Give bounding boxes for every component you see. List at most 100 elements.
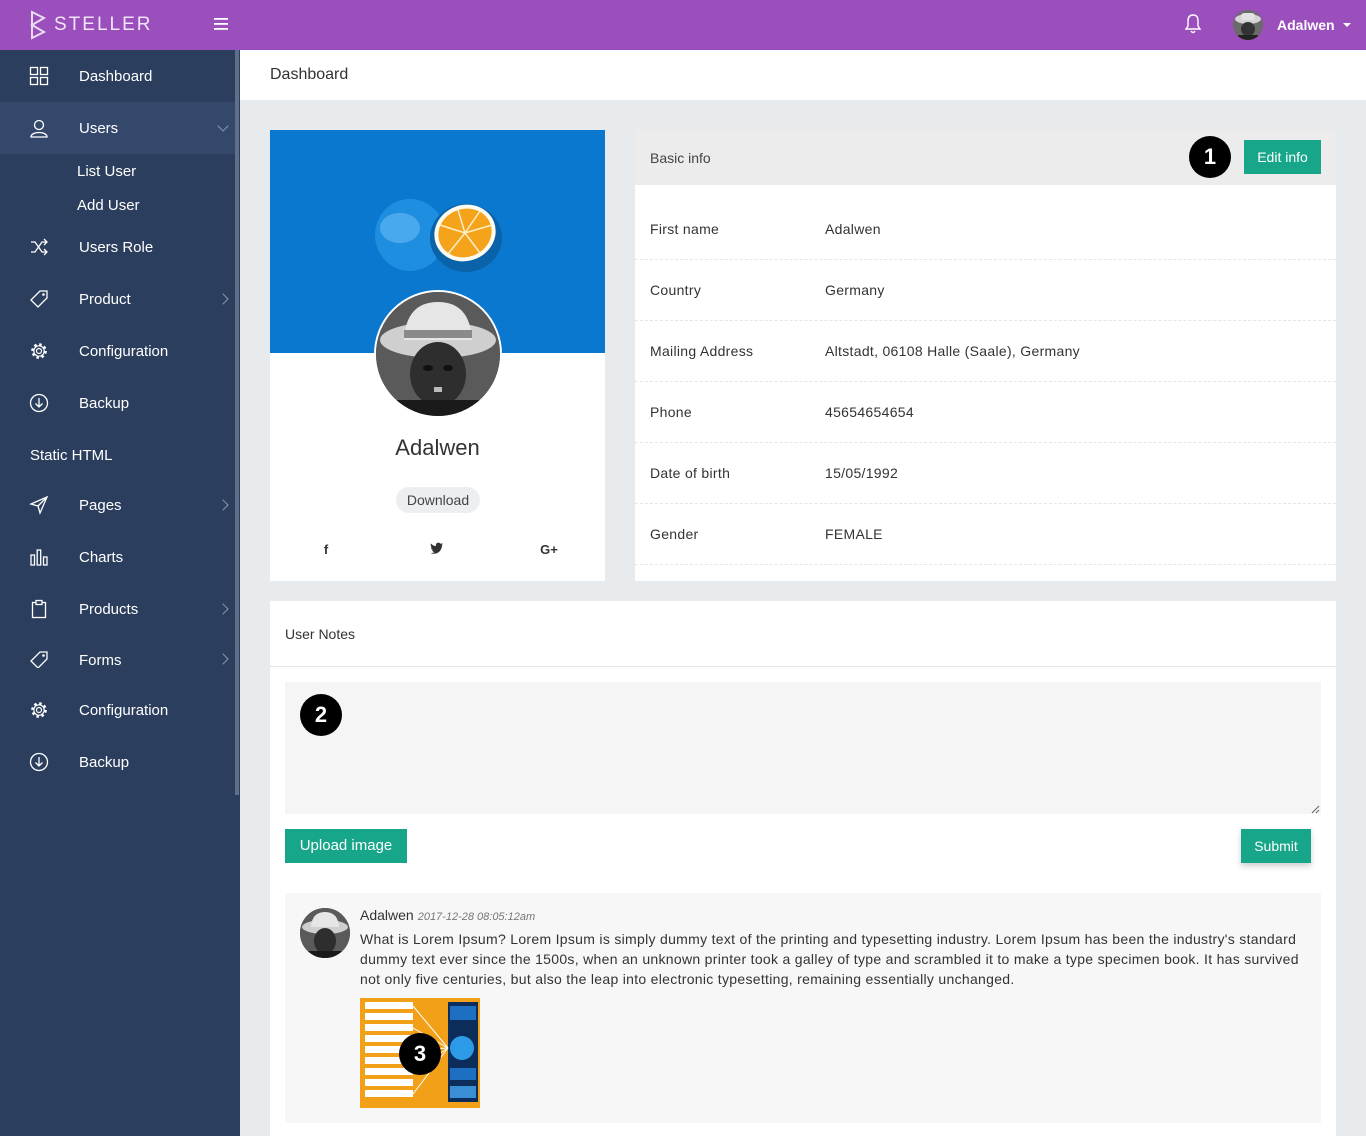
bell-icon[interactable] — [1183, 13, 1203, 35]
sidebar-subitem-list-user[interactable]: List User — [77, 163, 136, 180]
sidebar-item-configuration[interactable]: Configuration — [0, 325, 235, 377]
submit-button[interactable]: Submit — [1241, 829, 1311, 863]
comment-attachment-image[interactable]: 3 — [360, 998, 480, 1108]
basic-info-card: Basic info 1 Edit info First name Adalwe… — [635, 130, 1336, 581]
sidebar-item-label: Configuration — [79, 701, 169, 719]
info-label: Gender — [650, 526, 699, 542]
sidebar-item-label: Charts — [79, 548, 124, 566]
sidebar-item-label: Products — [79, 600, 139, 618]
top-username[interactable]: Adalwen — [1277, 17, 1335, 33]
top-avatar[interactable] — [1233, 10, 1263, 40]
sidebar-item-pages[interactable]: Pages — [0, 479, 235, 531]
info-label: Phone — [650, 404, 692, 420]
upload-image-button[interactable]: Upload image — [285, 829, 407, 863]
info-row-gender: Gender FEMALE — [635, 504, 1336, 565]
divider — [270, 666, 1336, 667]
annotation-badge-2: 2 — [300, 694, 342, 736]
sidebar-item-forms[interactable]: Forms — [0, 632, 235, 668]
sidebar-item-label: Forms — [79, 652, 122, 668]
info-row-mailing-address: Mailing Address Altstadt, 06108 Halle (S… — [635, 321, 1336, 382]
info-value: 15/05/1992 — [825, 465, 899, 481]
chevron-down-icon[interactable] — [1343, 23, 1351, 27]
logo-icon — [30, 10, 46, 40]
comment-text: What is Lorem Ipsum? Lorem Ipsum is simp… — [360, 931, 1299, 987]
user-icon — [30, 119, 48, 138]
info-value: Adalwen — [825, 221, 881, 237]
tag-icon — [30, 290, 48, 308]
gear-icon — [31, 702, 47, 718]
sidebar-item-label: Backup — [79, 394, 130, 412]
basic-info-title: Basic info — [650, 150, 711, 166]
send-icon — [29, 495, 49, 515]
sidebar-item-charts[interactable]: Charts — [0, 531, 235, 583]
resize-grip-icon[interactable] — [1310, 804, 1320, 814]
twitter-icon[interactable] — [427, 542, 447, 558]
breadcrumb: Dashboard — [240, 50, 1366, 100]
download-button[interactable]: Download — [396, 487, 480, 513]
sidebar-item-users[interactable]: Users — [0, 102, 235, 154]
bar-chart-icon — [30, 549, 48, 566]
info-row-country: Country Germany — [635, 260, 1336, 321]
menu-icon[interactable] — [212, 15, 232, 35]
user-notes-card: User Notes 2 Upload image Submit Adalwen… — [270, 601, 1336, 1136]
basic-info-header: Basic info 1 Edit info — [635, 130, 1336, 185]
sidebar-subitem-add-user[interactable]: Add User — [77, 197, 140, 214]
sidebar-item-backup-2[interactable]: Backup — [0, 736, 235, 788]
info-value: Germany — [825, 282, 885, 298]
download-circle-icon — [29, 752, 49, 772]
shuffle-icon — [31, 238, 48, 256]
info-value: 45654654654 — [825, 404, 914, 420]
sidebar-item-products[interactable]: Products — [0, 583, 235, 635]
comment-header: Adalwen 2017-12-28 08:05:12am — [360, 907, 535, 923]
annotation-badge-1: 1 — [1189, 136, 1231, 178]
top-navbar: STELLER Adalwen — [0, 0, 1366, 50]
google-plus-icon[interactable]: G+ — [536, 542, 562, 558]
facebook-icon[interactable]: f — [316, 542, 336, 558]
info-label: Mailing Address — [650, 343, 754, 359]
sidebar-item-users-role[interactable]: Users Role — [0, 221, 235, 273]
info-label: Date of birth — [650, 465, 731, 481]
info-label: First name — [650, 221, 720, 237]
sidebar-section-static-html: Static HTML — [30, 447, 113, 464]
sidebar-item-configuration-2[interactable]: Configuration — [0, 684, 235, 736]
sidebar-item-label: Users Role — [79, 238, 154, 256]
annotation-badge-3: 3 — [399, 1033, 441, 1075]
brand-logo[interactable]: STELLER — [30, 10, 152, 40]
chevron-down-icon — [217, 120, 229, 132]
sidebar-item-backup[interactable]: Backup — [0, 377, 235, 429]
info-value: FEMALE — [825, 526, 883, 542]
gear-icon — [31, 343, 47, 359]
sidebar-item-label: Backup — [79, 753, 130, 771]
chevron-right-icon — [217, 499, 229, 511]
profile-name: Adalwen — [395, 435, 480, 460]
profile-card: Adalwen Download f G+ — [270, 130, 605, 581]
dashboard-icon — [29, 66, 49, 86]
chevron-right-icon — [217, 293, 229, 305]
comment-timestamp: 2017-12-28 08:05:12am — [417, 911, 536, 923]
comment-avatar — [300, 908, 350, 958]
comment-author: Adalwen — [360, 907, 414, 923]
sidebar-item-product[interactable]: Product — [0, 273, 235, 325]
info-row-first-name: First name Adalwen — [635, 199, 1336, 260]
sidebar-item-label: Dashboard — [79, 67, 153, 85]
download-circle-icon — [29, 393, 49, 413]
page-title: Dashboard — [270, 66, 349, 83]
sidebar-item-label: Pages — [79, 496, 122, 514]
sidebar-scrollbar[interactable] — [235, 50, 239, 795]
comment-item: Adalwen 2017-12-28 08:05:12am What is Lor… — [285, 893, 1321, 1123]
sidebar-item-label: Configuration — [79, 342, 169, 360]
avatar — [374, 290, 502, 418]
clipboard-icon — [31, 599, 47, 619]
info-value: Altstadt, 06108 Halle (Saale), Germany — [825, 343, 1080, 359]
sidebar-item-dashboard[interactable]: Dashboard — [0, 50, 235, 102]
chevron-right-icon — [217, 653, 229, 665]
sidebar-item-label: Product — [79, 290, 131, 308]
edit-info-button[interactable]: Edit info — [1244, 140, 1321, 174]
info-row-date-of-birth: Date of birth 15/05/1992 — [635, 443, 1336, 504]
info-row-phone: Phone 45654654654 — [635, 382, 1336, 443]
chevron-right-icon — [217, 603, 229, 615]
notes-textarea[interactable] — [285, 682, 1321, 814]
brand-name: STELLER — [54, 14, 153, 35]
sidebar: Dashboard Users List User Add User Users… — [0, 50, 240, 1136]
tag-icon — [30, 651, 48, 668]
